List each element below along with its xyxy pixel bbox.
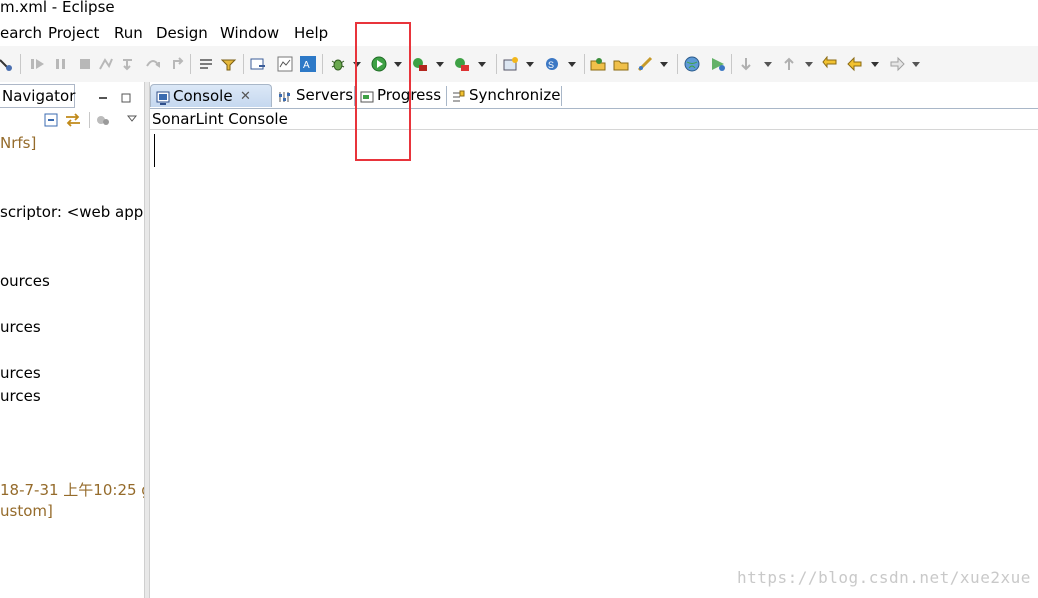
title-bar: m.xml - Eclipse (0, 0, 1038, 22)
globe-icon[interactable] (684, 56, 700, 72)
terminate-icon[interactable] (77, 56, 93, 72)
step-into-icon[interactable] (120, 56, 136, 72)
open-type-icon[interactable] (590, 56, 606, 72)
chevron-down-icon[interactable] (478, 56, 486, 72)
chevron-down-icon[interactable] (660, 56, 668, 72)
tab-synchronize[interactable]: Synchronize (450, 84, 562, 107)
menu-project[interactable]: Project (48, 24, 99, 42)
debug-icon[interactable] (330, 56, 346, 72)
collapse-all-icon[interactable] (44, 113, 58, 129)
highlight-box (355, 22, 411, 161)
chevron-down-icon[interactable] (871, 56, 879, 72)
navigator-toolbar (0, 108, 144, 130)
chevron-down-icon[interactable] (805, 56, 813, 72)
next-annotation-icon[interactable] (738, 56, 754, 72)
chart-icon[interactable] (277, 56, 293, 72)
tab-divider (561, 86, 562, 106)
console-title: SonarLint Console (152, 110, 288, 128)
tree-item[interactable]: urces (0, 387, 41, 405)
filter-icon[interactable] (96, 113, 110, 129)
watermark: https://blog.csdn.net/xue2xue (737, 568, 1031, 587)
toolbar-separator (20, 54, 21, 74)
synchronize-icon (451, 88, 465, 111)
forward-arrow-icon[interactable] (889, 56, 905, 72)
console-divider (150, 129, 1038, 130)
chevron-down-icon[interactable] (436, 56, 444, 72)
open-folder-icon[interactable] (613, 56, 629, 72)
annotation-icon[interactable]: A (300, 56, 316, 72)
chevron-down-icon[interactable] (568, 56, 576, 72)
last-edit-location-icon[interactable] (822, 56, 838, 72)
menu-help[interactable]: Help (294, 24, 328, 42)
toolbar-separator (496, 54, 497, 74)
toolbar-separator (322, 54, 323, 74)
chevron-down-icon[interactable] (764, 56, 772, 72)
window-title: m.xml - Eclipse (0, 0, 115, 16)
tree-item[interactable]: Nrfs] (0, 134, 36, 152)
back-arrow-icon[interactable] (847, 56, 863, 72)
menu-search[interactable]: earch (0, 24, 42, 42)
navigator-view: Navigator Nrfs] scriptor: <web app> ourc… (0, 82, 144, 598)
tree-item[interactable]: urces (0, 364, 41, 382)
brush-icon[interactable] (637, 56, 653, 72)
tab-console-label: Console (173, 87, 233, 105)
console-icon (156, 89, 170, 112)
tab-navigator-label: Navigator (2, 87, 76, 105)
chevron-down-icon[interactable] (526, 56, 534, 72)
view-tabs: Console ✕ Servers Progress Synchronize (150, 82, 1038, 109)
menu-bar: earch Project Run Design Window Help (0, 22, 1038, 44)
step-return-icon[interactable] (170, 56, 186, 72)
toolbar-separator (731, 54, 732, 74)
open-console-icon[interactable] (250, 56, 266, 72)
external-tools-icon[interactable] (454, 56, 470, 72)
new-server-icon[interactable] (503, 56, 519, 72)
toolbar-separator (190, 54, 191, 74)
tab-servers-label: Servers (296, 86, 354, 104)
toolbar-separator (243, 54, 244, 74)
tree-item[interactable]: scriptor: <web app> (0, 203, 144, 221)
use-step-filters-icon[interactable] (221, 56, 237, 72)
previous-annotation-icon[interactable] (781, 56, 797, 72)
tree-item[interactable]: 18-7-31 上午10:25 g (0, 479, 144, 500)
minimize-icon[interactable] (98, 88, 108, 107)
drop-to-frame-icon[interactable] (198, 56, 214, 72)
run-last-icon[interactable] (710, 56, 726, 72)
main-toolbar: A S (0, 46, 1038, 83)
resume-icon[interactable] (30, 56, 46, 72)
console-view: Console ✕ Servers Progress Synchronize S… (150, 82, 1038, 598)
svg-text:S: S (548, 60, 554, 70)
menu-design[interactable]: Design (156, 24, 208, 42)
tab-synchronize-label: Synchronize (469, 86, 561, 104)
servers-icon (278, 88, 292, 111)
spring-icon[interactable]: S (544, 56, 560, 72)
toolbar-separator (584, 54, 585, 74)
chevron-down-icon[interactable] (912, 56, 920, 72)
disconnect-icon[interactable] (98, 56, 114, 72)
svg-text:A: A (303, 60, 310, 71)
suspend-icon[interactable] (53, 56, 69, 72)
tab-console[interactable]: Console ✕ (150, 84, 272, 107)
link-with-editor-icon[interactable] (65, 112, 81, 128)
toolbar-separator (89, 112, 90, 128)
maximize-icon[interactable] (121, 88, 131, 107)
text-caret[interactable] (154, 134, 155, 167)
tree-item[interactable]: ustom] (0, 502, 53, 520)
tree-item[interactable]: urces (0, 318, 41, 336)
menu-window[interactable]: Window (220, 24, 279, 42)
link-icon[interactable] (0, 56, 12, 72)
close-icon[interactable]: ✕ (240, 85, 251, 108)
tab-navigator[interactable]: Navigator (0, 84, 75, 108)
coverage-icon[interactable] (412, 56, 428, 72)
view-menu-icon[interactable] (127, 113, 137, 129)
menu-run[interactable]: Run (114, 24, 143, 42)
tab-servers[interactable]: Servers (276, 84, 354, 107)
tab-divider (446, 86, 447, 106)
toolbar-separator (677, 54, 678, 74)
tree-item[interactable]: ources (0, 272, 50, 290)
step-over-icon[interactable] (145, 56, 161, 72)
